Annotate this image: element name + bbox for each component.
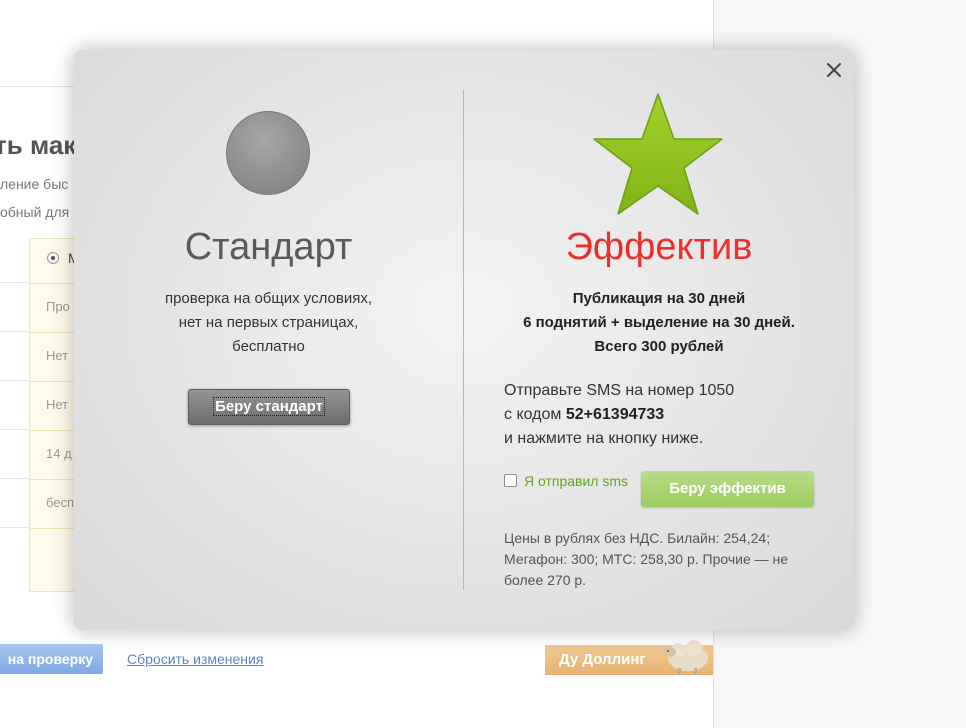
effective-info-line: 6 поднятий + выделение на 30 дней.: [523, 314, 795, 331]
background-text-line: обный для: [0, 204, 70, 220]
sheep-icon: [664, 640, 708, 675]
standard-plan-column: Стандарт проверка на общих условиях, нет…: [74, 50, 463, 630]
sms-sent-checkbox[interactable]: [504, 474, 517, 487]
table-cell: бесп: [46, 495, 75, 510]
effective-info-line: Публикация на 30 дней: [572, 290, 746, 307]
gray-circle-icon: [226, 111, 310, 195]
sms-code: 52+61394733: [565, 406, 665, 423]
table-cell: Нет: [46, 397, 69, 412]
sms-code-line: с кодом 52+61394733: [504, 403, 734, 427]
sms-code-prefix: с кодом: [504, 406, 562, 423]
submit-for-review-button[interactable]: на проверку: [0, 644, 103, 674]
take-standard-button-label: Беру стандарт: [213, 397, 325, 416]
background-heading: ть мак: [0, 130, 77, 160]
table-cell: Про: [46, 299, 70, 314]
standard-description-line: бесплатно: [232, 338, 305, 355]
standard-description: проверка на общих условиях, нет на первы…: [74, 287, 463, 359]
table-cell: 14 д: [46, 446, 72, 461]
take-standard-button[interactable]: Беру стандарт: [188, 389, 350, 425]
sms-instruction-line: Отправьте SMS на номер 1050: [504, 382, 735, 399]
sms-instructions: Отправьте SMS на номер 1050 с кодом 52+6…: [504, 379, 734, 451]
sms-sent-checkbox-label[interactable]: Я отправил sms: [524, 473, 628, 489]
prices-note: Цены в рублях без НДС. Билайн: 254,24; М…: [504, 530, 789, 588]
background-text-line: ление быс: [0, 176, 69, 192]
table-cell: Нет: [46, 348, 69, 363]
standard-description-line: проверка на общих условиях,: [164, 290, 373, 307]
standard-description-line: нет на первых страницах,: [178, 314, 359, 331]
reset-changes-link[interactable]: Сбросить изменения: [127, 651, 263, 667]
plan-choice-modal: Стандарт проверка на общих условиях, нет…: [74, 50, 854, 630]
standard-title: Стандарт: [184, 226, 353, 268]
effective-title: Эффектив: [565, 226, 753, 268]
background-left-column: [0, 238, 30, 590]
effective-info: Публикация на 30 дней 6 поднятий + выдел…: [464, 287, 854, 359]
effective-info-line: Всего 300 рублей: [594, 338, 724, 355]
effective-plan-column: Эффектив Публикация на 30 дней 6 подняти…: [464, 50, 854, 630]
sms-instruction-line: и нажмите на кнопку ниже.: [504, 430, 704, 447]
green-star-icon: [593, 93, 723, 215]
take-effective-button[interactable]: Беру эффектив: [641, 471, 814, 507]
option-radio[interactable]: [47, 252, 59, 264]
